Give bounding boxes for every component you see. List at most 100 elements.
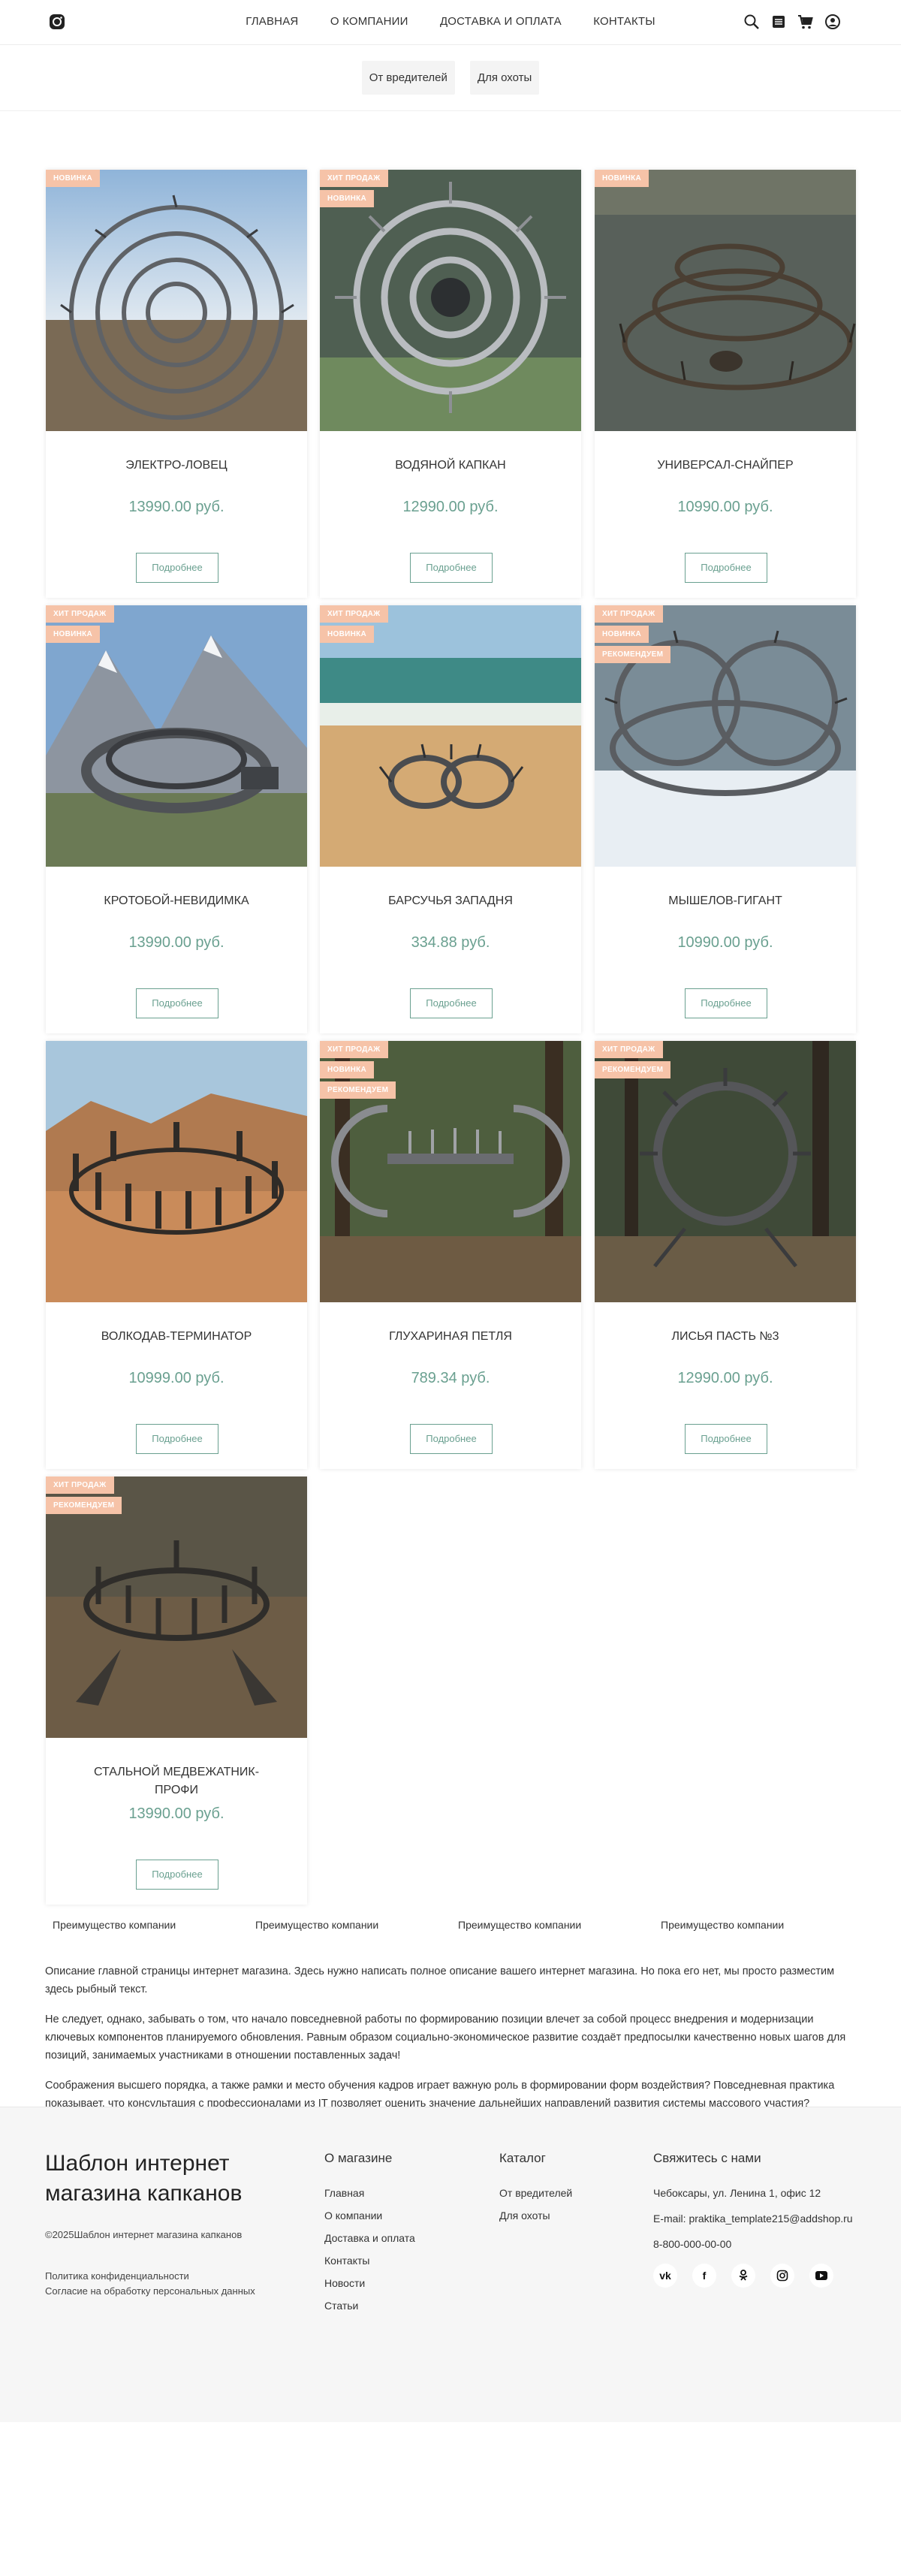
email[interactable]: E-mail: praktika_template215@addshop.ru [653,2213,853,2225]
product-name[interactable]: СТАЛЬНОЙ МЕДВЕЖАТНИК-ПРОФИ [76,1763,277,1799]
nav-delivery[interactable]: ДОСТАВКА И ОПЛАТА [440,15,562,28]
advantage-item: Преимущество компании [255,1919,379,1931]
product-price: 13990.00 руб. [128,499,224,515]
nav-contacts[interactable]: КОНТАКТЫ [593,15,655,28]
product-image[interactable]: ХИТ ПРОДАЖ НОВИНКА [320,605,581,867]
footer-link-delivery[interactable]: Доставка и оплата [324,2232,415,2244]
badge-list: ХИТ ПРОДАЖ НОВИНКА [46,605,114,646]
product-image[interactable]: ХИТ ПРОДАЖ НОВИНКА РЕКОМЕНДУЕМ [320,1041,581,1302]
phone[interactable]: 8-800-000-00-00 [653,2238,853,2250]
filter-hunting[interactable]: Для охоты [469,61,540,95]
badge-hit: ХИТ ПРОДАЖ [320,1041,388,1058]
badge-new: НОВИНКА [320,1061,375,1078]
details-button[interactable]: Подробнее [685,988,767,1018]
product-price: 12990.00 руб. [677,1370,773,1386]
social-links: vk f [653,2264,853,2288]
product-name[interactable]: МЫШЕЛОВ-ГИГАНТ [625,892,826,910]
search-icon[interactable] [743,14,760,30]
nav-about[interactable]: О КОМПАНИИ [330,15,408,28]
youtube-icon[interactable] [809,2264,833,2288]
details-button[interactable]: Подробнее [685,1424,767,1454]
product-card[interactable]: ХИТ ПРОДАЖ НОВИНКА КРОТОБОЙ-НЕВИДИМКА 13… [46,605,307,1033]
details-button[interactable]: Подробнее [410,988,493,1018]
details-button[interactable]: Подробнее [136,988,218,1018]
footer-link-home[interactable]: Главная [324,2187,415,2199]
details-button[interactable]: Подробнее [410,1424,493,1454]
product-card[interactable]: ХИТ ПРОДАЖ НОВИНКА БАРСУЧЬЯ ЗАПАДНЯ 334.… [320,605,581,1033]
badge-new: НОВИНКА [320,190,375,207]
badge-recommended: РЕКОМЕНДУЕМ [46,1497,122,1514]
product-card[interactable]: ХИТ ПРОДАЖ НОВИНКА РЕКОМЕНДУЕМ ГЛУХАРИНА… [320,1041,581,1469]
footer-about-title: О магазине [324,2151,393,2165]
category-filters: От вредителей Для охоты [0,45,901,111]
product-card[interactable]: ХИТ ПРОДАЖ НОВИНКА ВОДЯНОЙ КАПКАН 12990.… [320,170,581,598]
product-name[interactable]: ВОЛКОДАВ-ТЕРМИНАТОР [76,1328,277,1346]
footer-link-news[interactable]: Новости [324,2277,415,2289]
odnoklassniki-icon[interactable] [731,2264,755,2288]
badge-hit: ХИТ ПРОДАЖ [320,605,388,623]
product-image[interactable]: ХИТ ПРОДАЖ РЕКОМЕНДУЕМ [595,1041,856,1302]
product-card[interactable]: ХИТ ПРОДАЖ НОВИНКА РЕКОМЕНДУЕМ МЫШЕЛОВ-Г… [595,605,856,1033]
vk-icon[interactable]: vk [653,2264,677,2288]
product-price: 13990.00 руб. [128,1805,224,1822]
product-card[interactable]: НОВИНКА ЭЛЕКТРО-ЛОВЕЦ 13990.00 руб. Подр… [46,170,307,598]
footer-link-hunting[interactable]: Для охоты [499,2210,572,2222]
badge-list: НОВИНКА [46,170,101,190]
product-image[interactable]: ХИТ ПРОДАЖ РЕКОМЕНДУЕМ [46,1477,307,1738]
product-price: 12990.00 руб. [402,499,499,515]
product-name[interactable]: ЭЛЕКТРО-ЛОВЕЦ [76,457,277,475]
product-card[interactable]: ВОЛКОДАВ-ТЕРМИНАТОР 10999.00 руб. Подроб… [46,1041,307,1469]
facebook-icon[interactable]: f [692,2264,716,2288]
product-image[interactable]: ХИТ ПРОДАЖ НОВИНКА [320,170,581,431]
product-name[interactable]: БАРСУЧЬЯ ЗАПАДНЯ [350,892,551,910]
product-name[interactable]: УНИВЕРСАЛ-СНАЙПЕР [625,457,826,475]
details-button[interactable]: Подробнее [410,553,493,583]
product-grid: НОВИНКА ЭЛЕКТРО-ЛОВЕЦ 13990.00 руб. Подр… [0,111,901,1905]
details-button[interactable]: Подробнее [136,553,218,583]
product-name[interactable]: ВОДЯНОЙ КАПКАН [350,457,551,475]
details-button[interactable]: Подробнее [685,553,767,583]
product-image[interactable]: ХИТ ПРОДАЖ НОВИНКА [46,605,307,867]
product-card[interactable]: ХИТ ПРОДАЖ РЕКОМЕНДУЕМ ЛИСЬЯ ПАСТЬ №3 12… [595,1041,856,1469]
product-card[interactable]: ХИТ ПРОДАЖ РЕКОМЕНДУЕМ СТАЛЬНОЙ МЕДВЕЖАТ… [46,1477,307,1905]
product-image[interactable]: ХИТ ПРОДАЖ НОВИНКА РЕКОМЕНДУЕМ [595,605,856,867]
details-button[interactable]: Подробнее [136,1860,218,1890]
badge-new: НОВИНКА [46,170,101,187]
address: Чебоксары, ул. Ленина 1, офис 12 [653,2187,821,2199]
product-name[interactable]: ЛИСЬЯ ПАСТЬ №3 [625,1328,826,1346]
badge-recommended: РЕКОМЕНДУЕМ [595,1061,671,1078]
product-image[interactable] [46,1041,307,1302]
privacy-policy-link[interactable]: Политика конфиденциальности [45,2269,270,2284]
site-header: ГЛАВНАЯ О КОМПАНИИ ДОСТАВКА И ОПЛАТА КОН… [0,0,901,45]
advantage-item: Преимущество компании [661,1919,785,1931]
catalog-icon[interactable] [770,14,787,30]
badge-hit: ХИТ ПРОДАЖ [46,1477,114,1494]
product-price: 10990.00 руб. [677,934,773,951]
footer-link-pests[interactable]: От вредителей [499,2187,572,2199]
details-button[interactable]: Подробнее [136,1424,218,1454]
badge-list: ХИТ ПРОДАЖ НОВИНКА [320,605,388,646]
footer-link-articles[interactable]: Статьи [324,2300,415,2312]
cart-icon[interactable] [797,14,814,30]
product-image[interactable]: НОВИНКА [595,170,856,431]
product-card[interactable]: НОВИНКА УНИВЕРСАЛ-СНАЙПЕР 10990.00 руб. … [595,170,856,598]
user-icon[interactable] [824,14,841,30]
badge-new: НОВИНКА [595,626,649,643]
badge-list: ХИТ ПРОДАЖ НОВИНКА РЕКОМЕНДУЕМ [595,605,671,666]
copyright: ©2025Шаблон интернет магазина капканов [45,2229,243,2240]
consent-link[interactable]: Согласие на обработку персональных данны… [45,2284,270,2299]
nav-home[interactable]: ГЛАВНАЯ [246,15,298,28]
badge-new: НОВИНКА [46,626,101,643]
product-image[interactable]: НОВИНКА [46,170,307,431]
instagram-icon[interactable] [770,2264,794,2288]
product-name[interactable]: КРОТОБОЙ-НЕВИДИМКА [76,892,277,910]
badge-list: ХИТ ПРОДАЖ НОВИНКА РЕКОМЕНДУЕМ [320,1041,396,1102]
footer-link-contacts[interactable]: Контакты [324,2255,415,2267]
product-name[interactable]: ГЛУХАРИНАЯ ПЕТЛЯ [350,1328,551,1346]
legal-links: Политика конфиденциальности Согласие на … [45,2269,270,2299]
badge-list: НОВИНКА [595,170,649,190]
footer-link-about[interactable]: О компании [324,2210,415,2222]
description-paragraph: Не следует, однако, забывать о том, что … [45,2013,846,2062]
footer-title: Шаблон интернет магазина капканов [45,2151,243,2206]
filter-pests[interactable]: От вредителей [361,61,455,95]
